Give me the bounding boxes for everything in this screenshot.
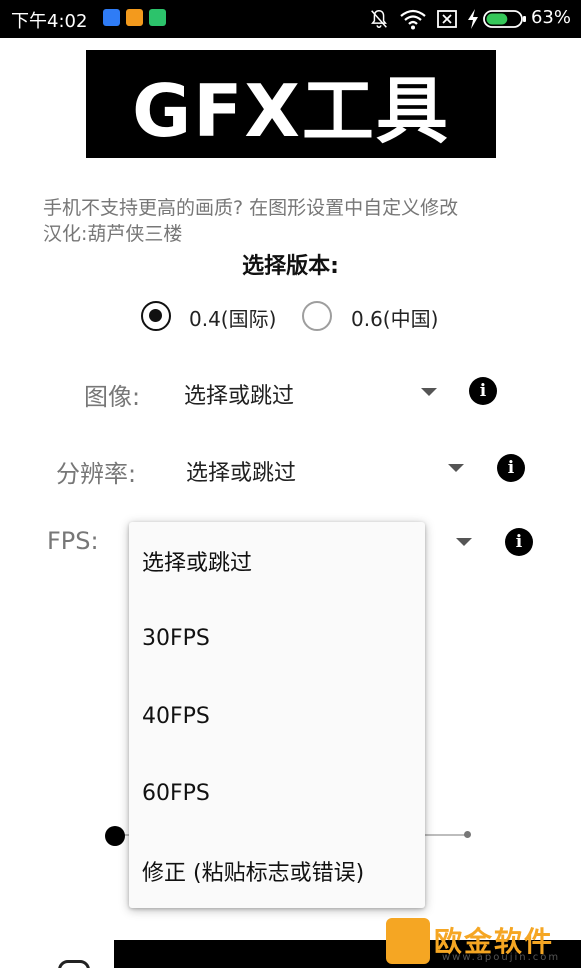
weather-app-icon — [126, 9, 143, 26]
slider-thumb[interactable] — [105, 826, 125, 846]
fps-info-icon[interactable]: i — [505, 528, 533, 556]
version-radio-china[interactable] — [302, 301, 332, 331]
version-label-china[interactable]: 0.6(中国) — [351, 303, 438, 332]
graphics-dropdown-arrow-icon[interactable] — [421, 388, 437, 396]
wifi-icon — [400, 9, 426, 30]
battery-icon — [483, 10, 526, 28]
battery-app-icon — [149, 9, 166, 26]
status-bar: 下午4:02 63% — [0, 0, 581, 38]
watermark-logo-icon — [386, 918, 430, 964]
watermark: 欧金软件园 www.apoujin.com — [382, 914, 581, 968]
resolution-dropdown-arrow-icon[interactable] — [448, 464, 464, 472]
fps-label: FPS: — [47, 527, 99, 555]
app-banner-title: GFX工具 — [86, 50, 496, 158]
watermark-url: www.apoujin.com — [442, 952, 561, 963]
no-sim-icon — [437, 10, 457, 28]
version-label-global[interactable]: 0.4(国际) — [189, 303, 276, 332]
resolution-info-icon[interactable]: i — [497, 454, 525, 482]
fps-option-60[interactable]: 60FPS — [129, 755, 425, 832]
toggle-icon[interactable] — [58, 960, 90, 968]
graphics-spinner[interactable]: 选择或跳过 — [184, 378, 294, 410]
shield-app-icon — [103, 9, 120, 26]
status-time: 下午4:02 — [11, 11, 88, 32]
fps-option-40[interactable]: 40FPS — [129, 678, 425, 755]
graphics-label: 图像: — [84, 383, 141, 411]
slider-end-dot — [464, 831, 471, 838]
version-title: 选择版本: — [242, 254, 339, 279]
credit-text: 汉化:葫芦侠三楼 — [43, 223, 183, 245]
hint-text: 手机不支持更高的画质? 在图形设置中自定义修改 — [43, 197, 459, 219]
resolution-label: 分辨率: — [56, 460, 137, 488]
fps-option-skip[interactable]: 选择或跳过 — [129, 522, 425, 599]
battery-percent: 63% — [530, 7, 571, 28]
charging-bolt-icon — [468, 9, 478, 29]
version-radio-global[interactable] — [141, 301, 171, 331]
graphics-info-icon[interactable]: i — [469, 377, 497, 405]
fps-option-fix[interactable]: 修正 (粘贴标志或错误) — [129, 832, 425, 909]
resolution-spinner[interactable]: 选择或跳过 — [186, 455, 296, 487]
fps-dropdown-arrow-icon[interactable] — [456, 538, 472, 546]
fps-dropdown-menu: 选择或跳过 30FPS 40FPS 60FPS 修正 (粘贴标志或错误) — [129, 522, 425, 908]
mute-bell-icon — [371, 10, 387, 28]
fps-option-30[interactable]: 30FPS — [129, 600, 425, 677]
